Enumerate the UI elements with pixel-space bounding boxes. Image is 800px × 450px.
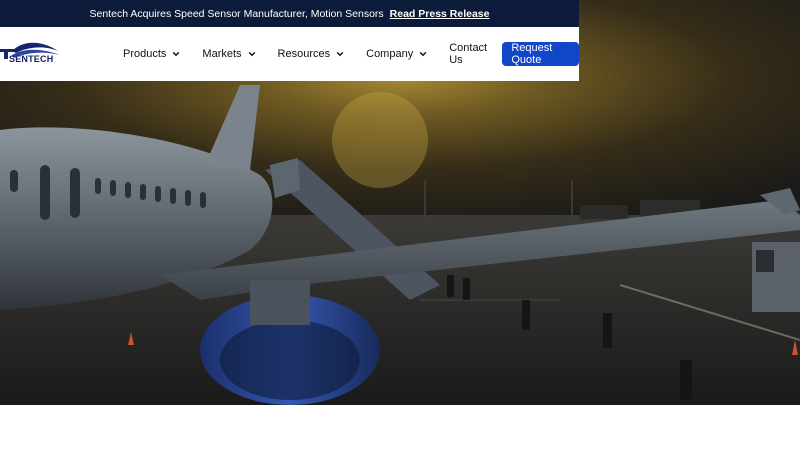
- read-press-release-link[interactable]: Read Press Release: [390, 8, 490, 20]
- site-header: SENTECH Products Markets Resources Compa…: [0, 27, 579, 81]
- nav-products[interactable]: Products: [123, 48, 180, 60]
- nav-company[interactable]: Company: [366, 48, 427, 60]
- nav-contact-us-label: Contact Us: [449, 42, 488, 66]
- nav-contact-us[interactable]: Contact Us: [449, 42, 492, 66]
- announcement-bar: Sentech Acquires Speed Sensor Manufactur…: [0, 0, 579, 27]
- nav-products-label: Products: [123, 48, 167, 60]
- chevron-down-icon: [336, 51, 344, 57]
- chevron-down-icon: [173, 51, 180, 57]
- logo-wordmark: SENTECH: [9, 54, 54, 64]
- request-quote-button[interactable]: Request Quote: [502, 42, 579, 66]
- announcement-text: Sentech Acquires Speed Sensor Manufactur…: [89, 7, 384, 20]
- main-nav: Products Markets Resources Company Conta…: [123, 27, 579, 81]
- nav-company-label: Company: [366, 48, 414, 60]
- nav-markets[interactable]: Markets: [202, 48, 255, 60]
- page: Sentech Acquires Speed Sensor Manufactur…: [0, 0, 800, 450]
- chevron-down-icon: [419, 51, 427, 57]
- chevron-down-icon: [248, 51, 255, 57]
- nav-resources[interactable]: Resources: [278, 48, 345, 60]
- nav-markets-label: Markets: [202, 48, 242, 60]
- nav-resources-label: Resources: [277, 48, 331, 60]
